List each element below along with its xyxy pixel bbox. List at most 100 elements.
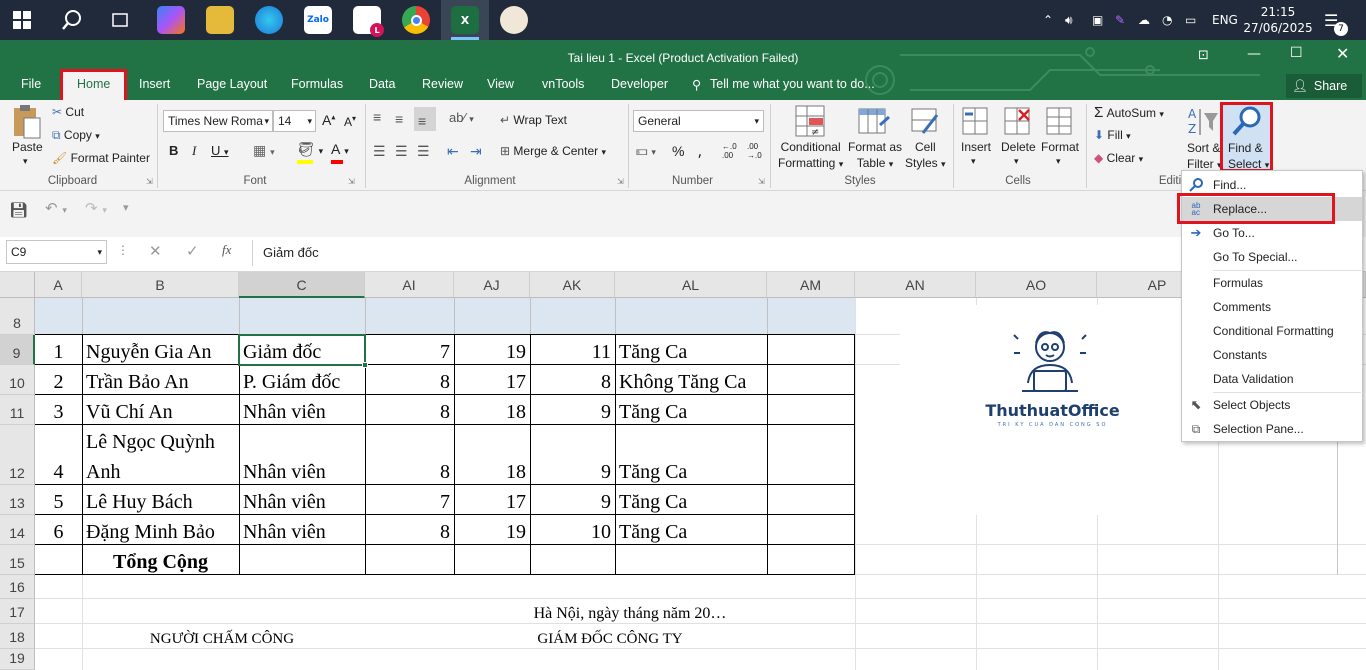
top-align-icon[interactable]: ≡ [373, 109, 381, 125]
sort-filter-button[interactable]: Sort & Filter ▾ [1187, 140, 1222, 173]
fill-color-icon[interactable]: 🪣︎ ▾ [297, 141, 323, 164]
align-center-icon[interactable]: ☰ [395, 143, 408, 160]
menu-item-go-to[interactable]: ➔ Go To... [1182, 221, 1362, 245]
menu-item-go-to-special[interactable]: Go To Special... [1182, 245, 1362, 269]
table-cell[interactable]: 17 [454, 485, 530, 515]
insert-cells-icon[interactable] [961, 104, 991, 138]
tab-file[interactable]: File [21, 77, 41, 91]
tell-me-search[interactable]: Tell me what you want to do... [710, 77, 875, 91]
row-header-15[interactable]: 15 [0, 545, 35, 575]
font-color-icon[interactable]: A ▾ [331, 141, 349, 164]
table-cell[interactable]: Lê Ngọc Quỳnh [82, 425, 239, 455]
table-cell[interactable]: 8 [365, 425, 454, 485]
paste-label[interactable]: Paste [12, 140, 43, 154]
cut-button[interactable]: ✂ Cut [52, 105, 84, 119]
logo-image[interactable]: ThuthuatOffice TRI KY CUA DAN CONG SO [900, 305, 1205, 515]
table-cell[interactable]: 3 [35, 395, 82, 425]
edge-browser-icon[interactable] [255, 6, 283, 34]
fill-button[interactable]: ⬇ Fill ▾ [1094, 128, 1131, 142]
qat-customize-icon[interactable]: ▾ [123, 201, 129, 214]
table-cell[interactable]: 8 [365, 395, 454, 425]
paste-dropdown-icon[interactable]: ▾ [23, 156, 28, 167]
table-cell[interactable]: Tăng Ca [615, 395, 767, 425]
search-icon[interactable] [58, 6, 86, 34]
table-cell[interactable]: 7 [365, 335, 454, 365]
format-button[interactable]: Format [1041, 140, 1079, 154]
save-icon[interactable]: 💾︎ [9, 201, 28, 219]
zalo-icon[interactable]: Zalo [304, 6, 332, 34]
table-cell[interactable]: 8 [530, 365, 615, 395]
increase-decimal-icon[interactable]: ←.0.00 [722, 142, 737, 160]
menu-item-select-objects[interactable]: ⬉ Select Objects [1182, 393, 1362, 417]
conditional-formatting-icon[interactable]: ≠ [793, 104, 827, 138]
col-header-a[interactable]: A [35, 272, 82, 298]
tab-insert[interactable]: Insert [139, 77, 170, 91]
tab-view[interactable]: View [487, 77, 514, 91]
cloud-icon[interactable]: ☁ [1138, 0, 1150, 40]
ribbon-display-icon[interactable]: ⊡ [1198, 48, 1209, 63]
windows-start-icon[interactable] [8, 6, 36, 34]
row-header-14[interactable]: 14 [0, 515, 35, 545]
table-cell[interactable]: 19 [454, 335, 530, 365]
row-header-12[interactable]: 12 [0, 425, 35, 485]
font-name-box[interactable]: Times New Roma ▾ [163, 110, 273, 132]
row-header-18[interactable]: 18 [0, 624, 35, 649]
table-cell[interactable]: 19 [454, 515, 530, 545]
tab-review[interactable]: Review [422, 77, 463, 91]
number-format-box[interactable]: General ▾ [633, 110, 764, 132]
wrap-text-button[interactable]: ↵ Wrap Text [500, 113, 567, 127]
clock[interactable]: 21:15 27/06/2025 [1243, 0, 1312, 40]
table-cell[interactable]: 6 [35, 515, 82, 545]
table-cell[interactable]: 7 [365, 485, 454, 515]
table-cell[interactable]: 10 [530, 515, 615, 545]
table-cell[interactable]: Tăng Ca [615, 425, 767, 485]
paste-icon[interactable] [11, 104, 41, 140]
notification-icon[interactable]: ☰ 7 [1324, 0, 1348, 40]
tab-page-layout[interactable]: Page Layout [197, 77, 267, 91]
col-header-aj[interactable]: AJ [454, 272, 530, 298]
battery-icon[interactable]: ▭ [1185, 0, 1196, 40]
increase-font-icon[interactable]: A▴ [322, 112, 335, 128]
table-cell[interactable]: Trần Bảo An [82, 365, 239, 395]
cell-styles-icon[interactable] [910, 104, 940, 138]
format-dropdown-icon[interactable]: ▾ [1056, 156, 1061, 167]
table-cell[interactable]: 18 [454, 425, 530, 485]
delete-cells-icon[interactable] [1003, 104, 1033, 138]
table-cell[interactable]: 4 [35, 425, 82, 485]
orientation-icon[interactable]: ab⁄ ▾ [449, 110, 474, 125]
table-cell[interactable]: 9 [530, 425, 615, 485]
table-cell[interactable]: 18 [454, 395, 530, 425]
menu-item-constants[interactable]: Constants [1182, 343, 1362, 367]
sort-filter-icon[interactable]: AZ [1186, 104, 1220, 140]
cell-styles-button[interactable]: Cell Styles ▾ [905, 139, 946, 172]
tab-data[interactable]: Data [369, 77, 395, 91]
table-cell[interactable]: 17 [454, 365, 530, 395]
minimize-button[interactable]: — [1247, 46, 1261, 62]
table-cell[interactable]: 5 [35, 485, 82, 515]
row-header-11[interactable]: 11 [0, 395, 35, 425]
table-cell[interactable]: Lê Huy Bách [82, 485, 239, 515]
col-header-c[interactable]: C [239, 272, 365, 298]
alignment-launcher-icon[interactable]: ⇲ [617, 177, 624, 186]
table-cell[interactable]: Nhân viên [239, 485, 365, 515]
table-cell[interactable]: Nhân viên [239, 395, 365, 425]
table-cell[interactable]: Tăng Ca [615, 515, 767, 545]
camera-icon[interactable]: ▣ [1092, 0, 1103, 40]
insert-button[interactable]: Insert [961, 140, 991, 154]
table-cell[interactable]: 9 [530, 395, 615, 425]
task-view-icon[interactable] [106, 6, 134, 34]
font-size-box[interactable]: 14 ▾ [273, 110, 316, 132]
align-left-icon[interactable]: ☰ [373, 143, 386, 160]
share-button[interactable]: 👤︎ Share [1286, 74, 1362, 98]
language-indicator[interactable]: ENG [1212, 0, 1238, 40]
copy-button[interactable]: ⧉ Copy ▾ [52, 128, 100, 143]
select-all-corner[interactable] [0, 272, 35, 298]
tray-chevron-icon[interactable]: ⌃ [1043, 0, 1053, 40]
cancel-icon[interactable]: ✕ [149, 242, 162, 260]
row-header-16[interactable]: 16 [0, 575, 35, 599]
file-explorer-icon[interactable] [206, 6, 234, 34]
undo-icon[interactable]: ↶ ▾ [45, 199, 67, 217]
table-cell[interactable]: Tăng Ca [615, 485, 767, 515]
tab-vntools[interactable]: vnTools [542, 77, 584, 91]
copilot-icon[interactable] [157, 6, 185, 34]
